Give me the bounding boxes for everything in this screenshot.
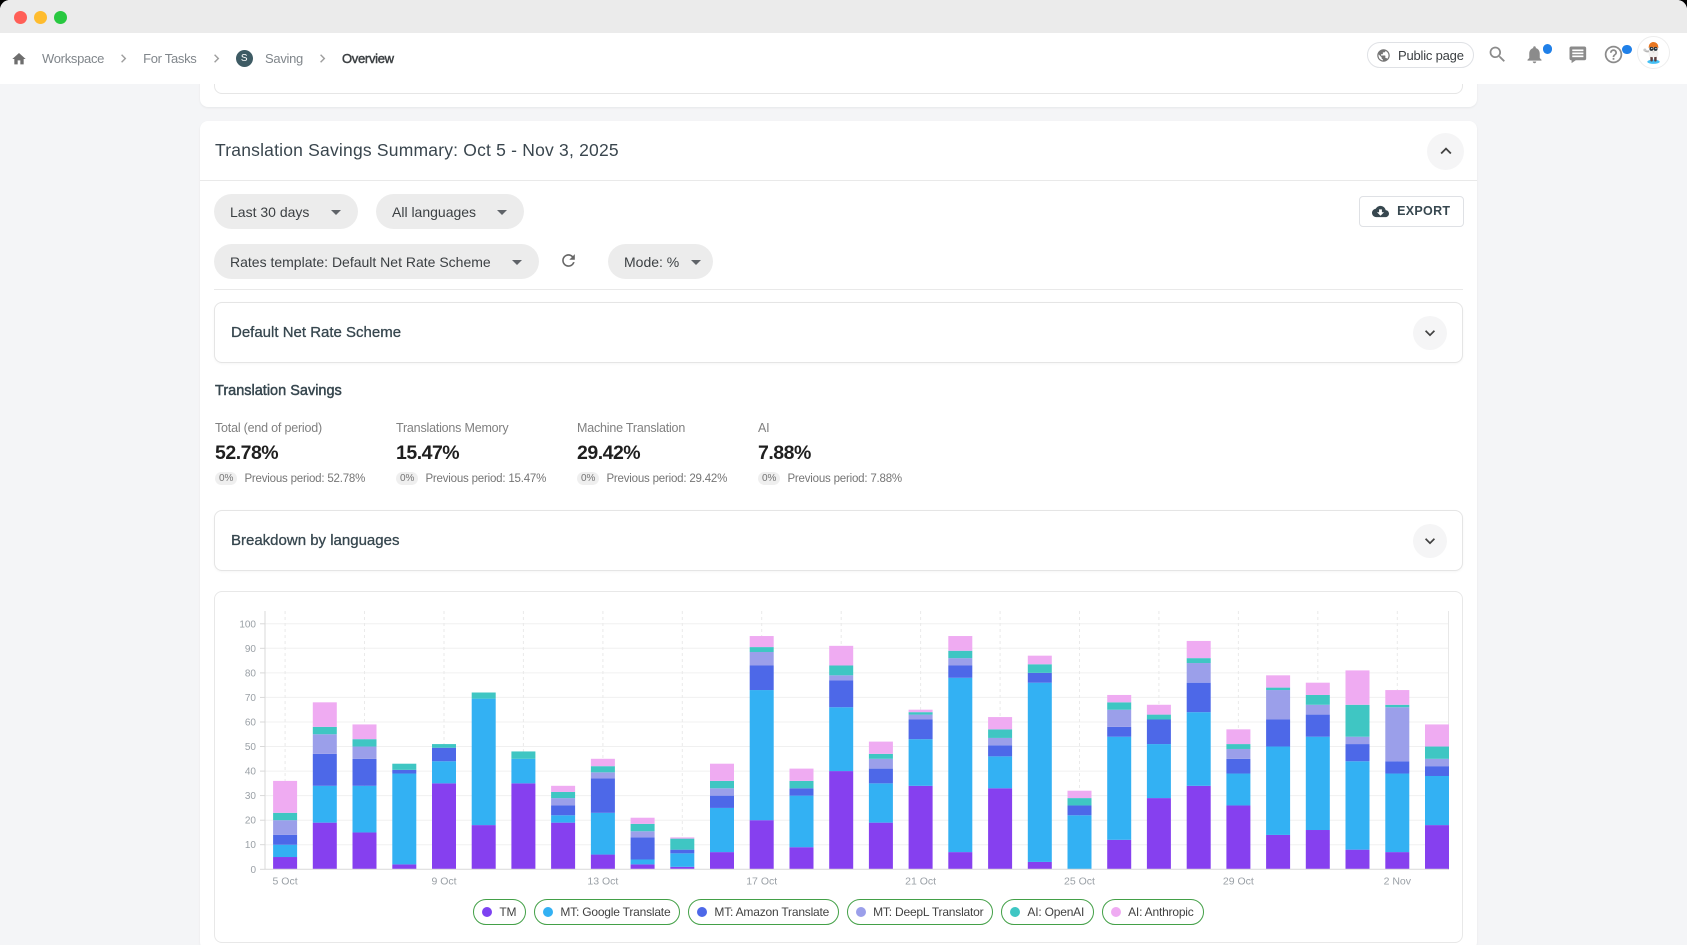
svg-text:29 Oct: 29 Oct (1223, 876, 1254, 888)
svg-text:80: 80 (245, 668, 257, 679)
svg-text:100: 100 (239, 619, 256, 630)
svg-text:60: 60 (245, 718, 257, 729)
svg-text:17 Oct: 17 Oct (746, 876, 777, 888)
svg-text:0: 0 (250, 865, 256, 876)
svg-text:9 Oct: 9 Oct (431, 876, 456, 888)
svg-text:20: 20 (245, 816, 257, 827)
svg-text:90: 90 (245, 644, 257, 655)
svg-text:70: 70 (245, 693, 257, 704)
svg-text:13 Oct: 13 Oct (587, 876, 618, 888)
svg-text:40: 40 (245, 767, 257, 778)
svg-text:5 Oct: 5 Oct (273, 876, 298, 888)
svg-text:25 Oct: 25 Oct (1064, 876, 1095, 888)
svg-text:50: 50 (245, 742, 257, 753)
svg-text:10: 10 (245, 840, 257, 851)
svg-text:30: 30 (245, 791, 257, 802)
svg-text:21 Oct: 21 Oct (905, 876, 936, 888)
svg-text:2 Nov: 2 Nov (1384, 876, 1412, 888)
